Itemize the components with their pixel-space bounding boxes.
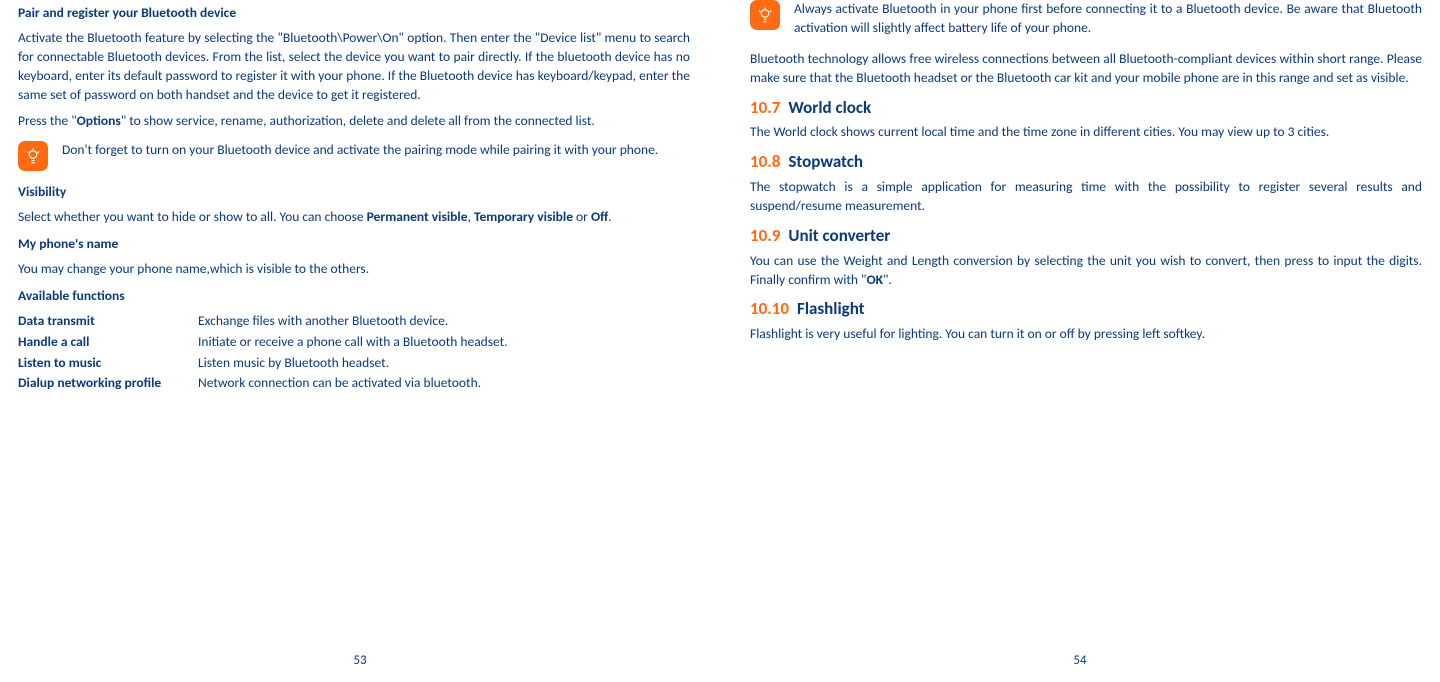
text: Permanent visible xyxy=(367,208,468,225)
list-item: Data transmit Exchange files with anothe… xyxy=(18,312,690,331)
function-desc: Network connection can be activated via … xyxy=(198,374,690,393)
text: " to show service, rename, authorization… xyxy=(121,112,595,129)
paragraph: Flashlight is very useful for lighting. … xyxy=(750,325,1422,344)
note-callout: Always activate Bluetooth in your phone … xyxy=(750,0,1422,38)
section-number: 10.8 xyxy=(750,151,780,172)
tip-icon xyxy=(750,0,780,30)
function-label: Dialup networking profile xyxy=(18,374,198,393)
section-title: World clock xyxy=(788,97,871,118)
text: You can use the Weight and Length conver… xyxy=(750,252,1422,288)
section-heading-flashlight: 10.10 Flashlight xyxy=(750,297,1422,321)
functions-list: Data transmit Exchange files with anothe… xyxy=(18,312,690,394)
section-number: 10.7 xyxy=(750,97,780,118)
function-desc: Exchange files with another Bluetooth de… xyxy=(198,312,690,331)
section-heading-world-clock: 10.7 World clock xyxy=(750,96,1422,120)
text: Select whether you want to hide or show … xyxy=(18,208,367,225)
page-number: 54 xyxy=(720,652,1440,670)
note-callout: Don't forget to turn on your Bluetooth d… xyxy=(18,141,690,171)
paragraph: The World clock shows current local time… xyxy=(750,123,1422,142)
section-heading-unit-converter: 10.9 Unit converter xyxy=(750,224,1422,248)
section-title: Stopwatch xyxy=(788,151,863,172)
heading-available-functions: Available functions xyxy=(18,287,690,306)
function-label: Handle a call xyxy=(18,333,198,352)
text: Press the " xyxy=(18,112,77,129)
section-title: Unit converter xyxy=(788,225,890,246)
text: or xyxy=(573,208,591,225)
section-heading-stopwatch: 10.8 Stopwatch xyxy=(750,150,1422,174)
page-right: Always activate Bluetooth in your phone … xyxy=(720,0,1440,682)
section-title: Flashlight xyxy=(797,298,865,319)
heading-pair-register: Pair and register your Bluetooth device xyxy=(18,4,690,23)
function-desc: Listen music by Bluetooth headset. xyxy=(198,354,690,373)
paragraph: You can use the Weight and Length conver… xyxy=(750,252,1422,290)
text: ". xyxy=(883,271,892,288)
text: . xyxy=(608,208,611,225)
list-item: Handle a call Initiate or receive a phon… xyxy=(18,333,690,352)
tip-icon xyxy=(18,141,48,171)
function-label: Data transmit xyxy=(18,312,198,331)
page-left: Pair and register your Bluetooth device … xyxy=(0,0,720,682)
text: Off xyxy=(591,208,608,225)
heading-visibility: Visibility xyxy=(18,183,690,202)
paragraph: Activate the Bluetooth feature by select… xyxy=(18,29,690,105)
paragraph: Select whether you want to hide or show … xyxy=(18,208,690,227)
heading-phone-name: My phone's name xyxy=(18,235,690,254)
section-number: 10.9 xyxy=(750,225,780,246)
list-item: Listen to music Listen music by Bluetoot… xyxy=(18,354,690,373)
paragraph: The stopwatch is a simple application fo… xyxy=(750,178,1422,216)
paragraph: Bluetooth technology allows free wireles… xyxy=(750,50,1422,88)
note-text: Don't forget to turn on your Bluetooth d… xyxy=(62,141,690,171)
note-text: Always activate Bluetooth in your phone … xyxy=(794,0,1422,38)
section-number: 10.10 xyxy=(750,298,789,319)
paragraph: Press the "Options" to show service, ren… xyxy=(18,112,690,131)
options-label: Options xyxy=(77,112,121,129)
text: OK xyxy=(866,271,883,288)
text: Temporary visible xyxy=(474,208,573,225)
page-number: 53 xyxy=(0,652,720,670)
function-desc: Initiate or receive a phone call with a … xyxy=(198,333,690,352)
paragraph: You may change your phone name,which is … xyxy=(18,260,690,279)
function-label: Listen to music xyxy=(18,354,198,373)
list-item: Dialup networking profile Network connec… xyxy=(18,374,690,393)
